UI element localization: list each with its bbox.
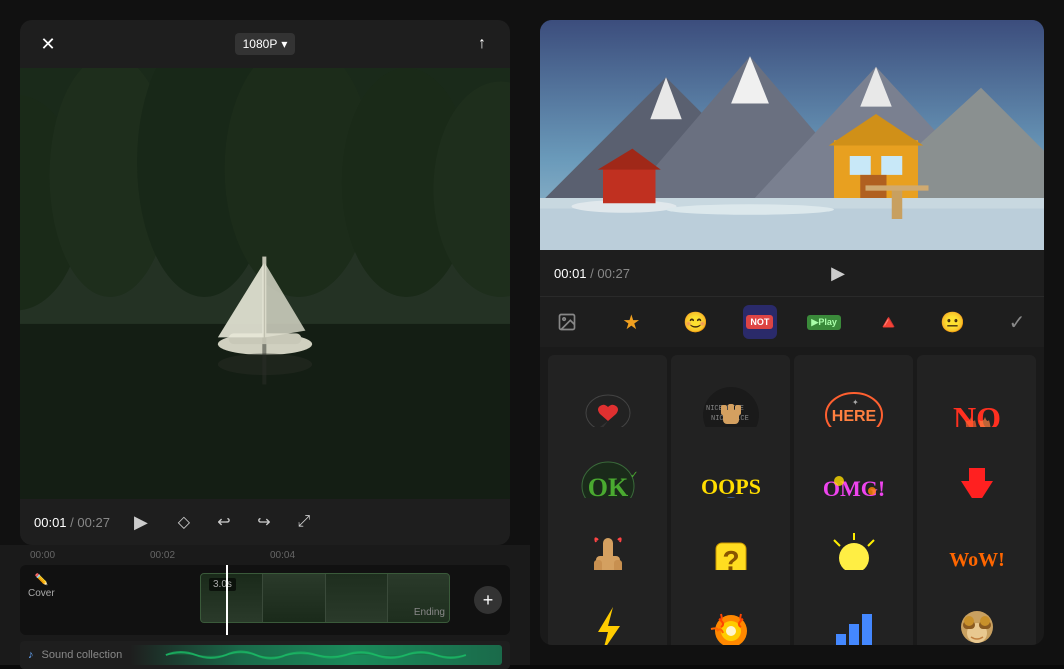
timeline-track: ✏️ Cover 3.0s Ending + [20, 565, 510, 635]
timeline-cursor[interactable] [226, 565, 228, 635]
total-time: / 00:27 [70, 515, 110, 530]
add-track-button[interactable]: + [474, 586, 502, 614]
timeline-ruler: 00:00 00:02 00:04 [20, 545, 510, 565]
ruler-mark-1: 00:02 [150, 550, 175, 561]
undo-button[interactable]: ↩ [212, 510, 236, 534]
waveform [130, 645, 502, 665]
sticker-playback: 00:01 / 00:27 ▶ [540, 250, 1044, 296]
image-toolbar-btn[interactable] [550, 305, 584, 339]
not-badge-toolbar-btn[interactable]: NOT [743, 305, 777, 339]
cone-toolbar-btn[interactable]: 🔺 [871, 305, 905, 339]
mountain-scene [540, 20, 1044, 250]
editor-topbar: ✕ 1080P ▾ ↑ [20, 20, 510, 68]
sticker-bolt[interactable] [548, 570, 667, 646]
edit-icon: ✏️ [34, 573, 48, 586]
close-button[interactable]: ✕ [34, 30, 62, 58]
clip-duration: 3.0s [209, 578, 236, 591]
sticker-editor: 00:01 / 00:27 ▶ ★ 😊 NOT ▶Play [540, 20, 1044, 645]
sticker-time-display: 00:01 / 00:27 [554, 266, 630, 281]
sticker-total-time: / 00:27 [590, 266, 630, 281]
time-display: 00:01 / 00:27 [34, 515, 110, 530]
svg-text:HERE: HERE [831, 408, 876, 425]
sticker-toolbar: ★ 😊 NOT ▶Play 🔺 😐 ✓ [540, 296, 1044, 347]
track-name: Cover [28, 588, 55, 599]
face2-toolbar-btn[interactable]: 😐 [936, 305, 970, 339]
play-badge-toolbar-btn[interactable]: ▶Play [807, 305, 841, 339]
ending-label: Ending [414, 607, 445, 618]
playback-controls: 00:01 / 00:27 ▶ ◇ ↩ ↪ ⤢ [20, 499, 510, 545]
ruler-mark-2: 00:04 [270, 550, 295, 561]
play-button[interactable]: ▶ [126, 507, 156, 537]
svg-text:OOPS: OOPS [701, 474, 761, 499]
video-scene [20, 68, 510, 499]
video-editor: ✕ 1080P ▾ ↑ [20, 20, 510, 545]
sticker-chart[interactable] [794, 570, 913, 646]
fullscreen-button[interactable]: ⤢ [292, 510, 316, 534]
svg-text:✓: ✓ [630, 470, 638, 481]
check-button[interactable]: ✓ [1000, 305, 1034, 339]
sound-collection-label: Sound collection [42, 649, 123, 661]
left-panel: ✕ 1080P ▾ ↑ [0, 0, 530, 665]
sticker-current-time: 00:01 [554, 266, 587, 281]
star-toolbar-btn[interactable]: ★ [614, 305, 648, 339]
export-button[interactable]: ↑ [468, 30, 496, 58]
face-toolbar-btn[interactable]: 😊 [679, 305, 713, 339]
right-panel: 00:01 / 00:27 ▶ ★ 😊 NOT ▶Play [530, 0, 1064, 665]
ruler-mark-0: 00:00 [30, 550, 55, 561]
resolution-badge[interactable]: 1080P ▾ [235, 33, 296, 55]
video-clip[interactable]: 3.0s Ending [200, 573, 450, 623]
svg-text:✦: ✦ [852, 398, 859, 407]
redo-button[interactable]: ↪ [252, 510, 276, 534]
sticker-grid: NICE NICE NICE NICE HERE ✦ NO [540, 347, 1044, 645]
sticker-explosion[interactable] [671, 570, 790, 646]
track-label: ✏️ Cover [28, 573, 55, 599]
svg-text:WoW!: WoW! [949, 549, 1005, 571]
sticker-play-button[interactable]: ▶ [823, 258, 853, 288]
timeline-area: 00:00 00:02 00:04 ✏️ Cover 3.0s [0, 545, 530, 665]
music-note-icon: ♪ [28, 649, 34, 661]
chevron-down-icon: ▾ [281, 37, 287, 51]
sticker-monkey[interactable] [917, 570, 1036, 646]
sticker-preview [540, 20, 1044, 250]
video-preview [20, 68, 510, 499]
diamond-button[interactable]: ◇ [172, 510, 196, 534]
resolution-label: 1080P [243, 37, 278, 51]
current-time: 00:01 [34, 515, 67, 530]
